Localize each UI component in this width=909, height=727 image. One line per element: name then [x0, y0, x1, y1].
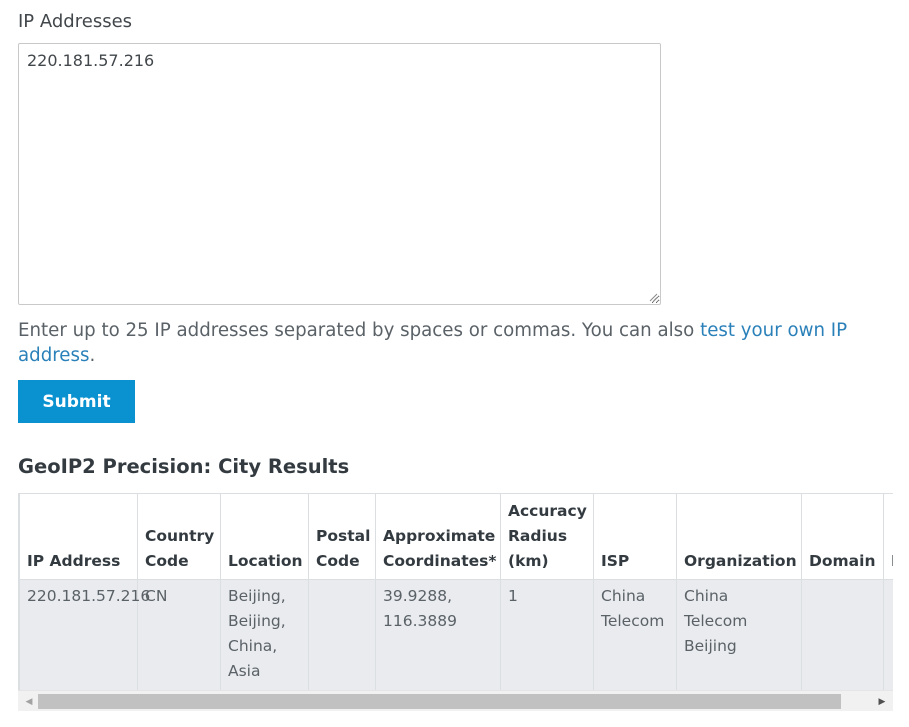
results-heading: GeoIP2 Precision: City Results	[18, 455, 350, 478]
cell-domain	[801, 579, 884, 690]
table-row: 220.181.57.216 CN Beijing, Beijing, Chin…	[19, 579, 893, 690]
triangle-left-icon[interactable]: ◀	[20, 691, 38, 712]
column-header-postal-code: Postal Code	[308, 493, 376, 580]
column-header-organization: Organization	[676, 493, 802, 580]
ip-addresses-textarea[interactable]: 220.181.57.216	[18, 43, 661, 305]
cell-metro-code	[883, 579, 893, 690]
triangle-right-icon[interactable]: ▶	[873, 691, 891, 712]
column-header-metro-code: Metro Code	[883, 493, 893, 580]
column-header-accuracy-radius: Accuracy Radius (km)	[500, 493, 594, 580]
help-text-prefix: Enter up to 25 IP addresses separated by…	[18, 320, 701, 341]
column-header-isp: ISP	[593, 493, 677, 580]
cell-coordinates: 39.9288, 116.3889	[375, 579, 501, 690]
results-table-container: IP Address Country Code Location Postal …	[18, 493, 893, 690]
cell-isp: China Telecom	[593, 579, 677, 690]
column-header-domain: Domain	[801, 493, 884, 580]
cell-postal-code	[308, 579, 376, 690]
column-header-coordinates: Approximate Coordinates*	[375, 493, 501, 580]
cell-accuracy-radius: 1	[500, 579, 594, 690]
help-text-suffix: .	[89, 345, 96, 366]
ip-addresses-label: IP Addresses	[18, 11, 133, 32]
column-header-ip-address: IP Address	[19, 493, 138, 580]
scrollbar-thumb[interactable]	[38, 694, 841, 709]
cell-country-code: CN	[137, 579, 221, 690]
column-header-country-code: Country Code	[137, 493, 221, 580]
cell-organization: China Telecom Beijing	[676, 579, 802, 690]
cell-ip-address: 220.181.57.216	[19, 579, 150, 690]
results-table: IP Address Country Code Location Postal …	[19, 493, 893, 690]
cell-location: Beijing, Beijing, China, Asia	[220, 579, 309, 690]
table-header-row: IP Address Country Code Location Postal …	[19, 493, 893, 580]
help-text: Enter up to 25 IP addresses separated by…	[18, 318, 903, 368]
column-header-location: Location	[220, 493, 309, 580]
horizontal-scrollbar[interactable]: ◀ ▶	[18, 690, 893, 711]
submit-button[interactable]: Submit	[18, 380, 135, 423]
